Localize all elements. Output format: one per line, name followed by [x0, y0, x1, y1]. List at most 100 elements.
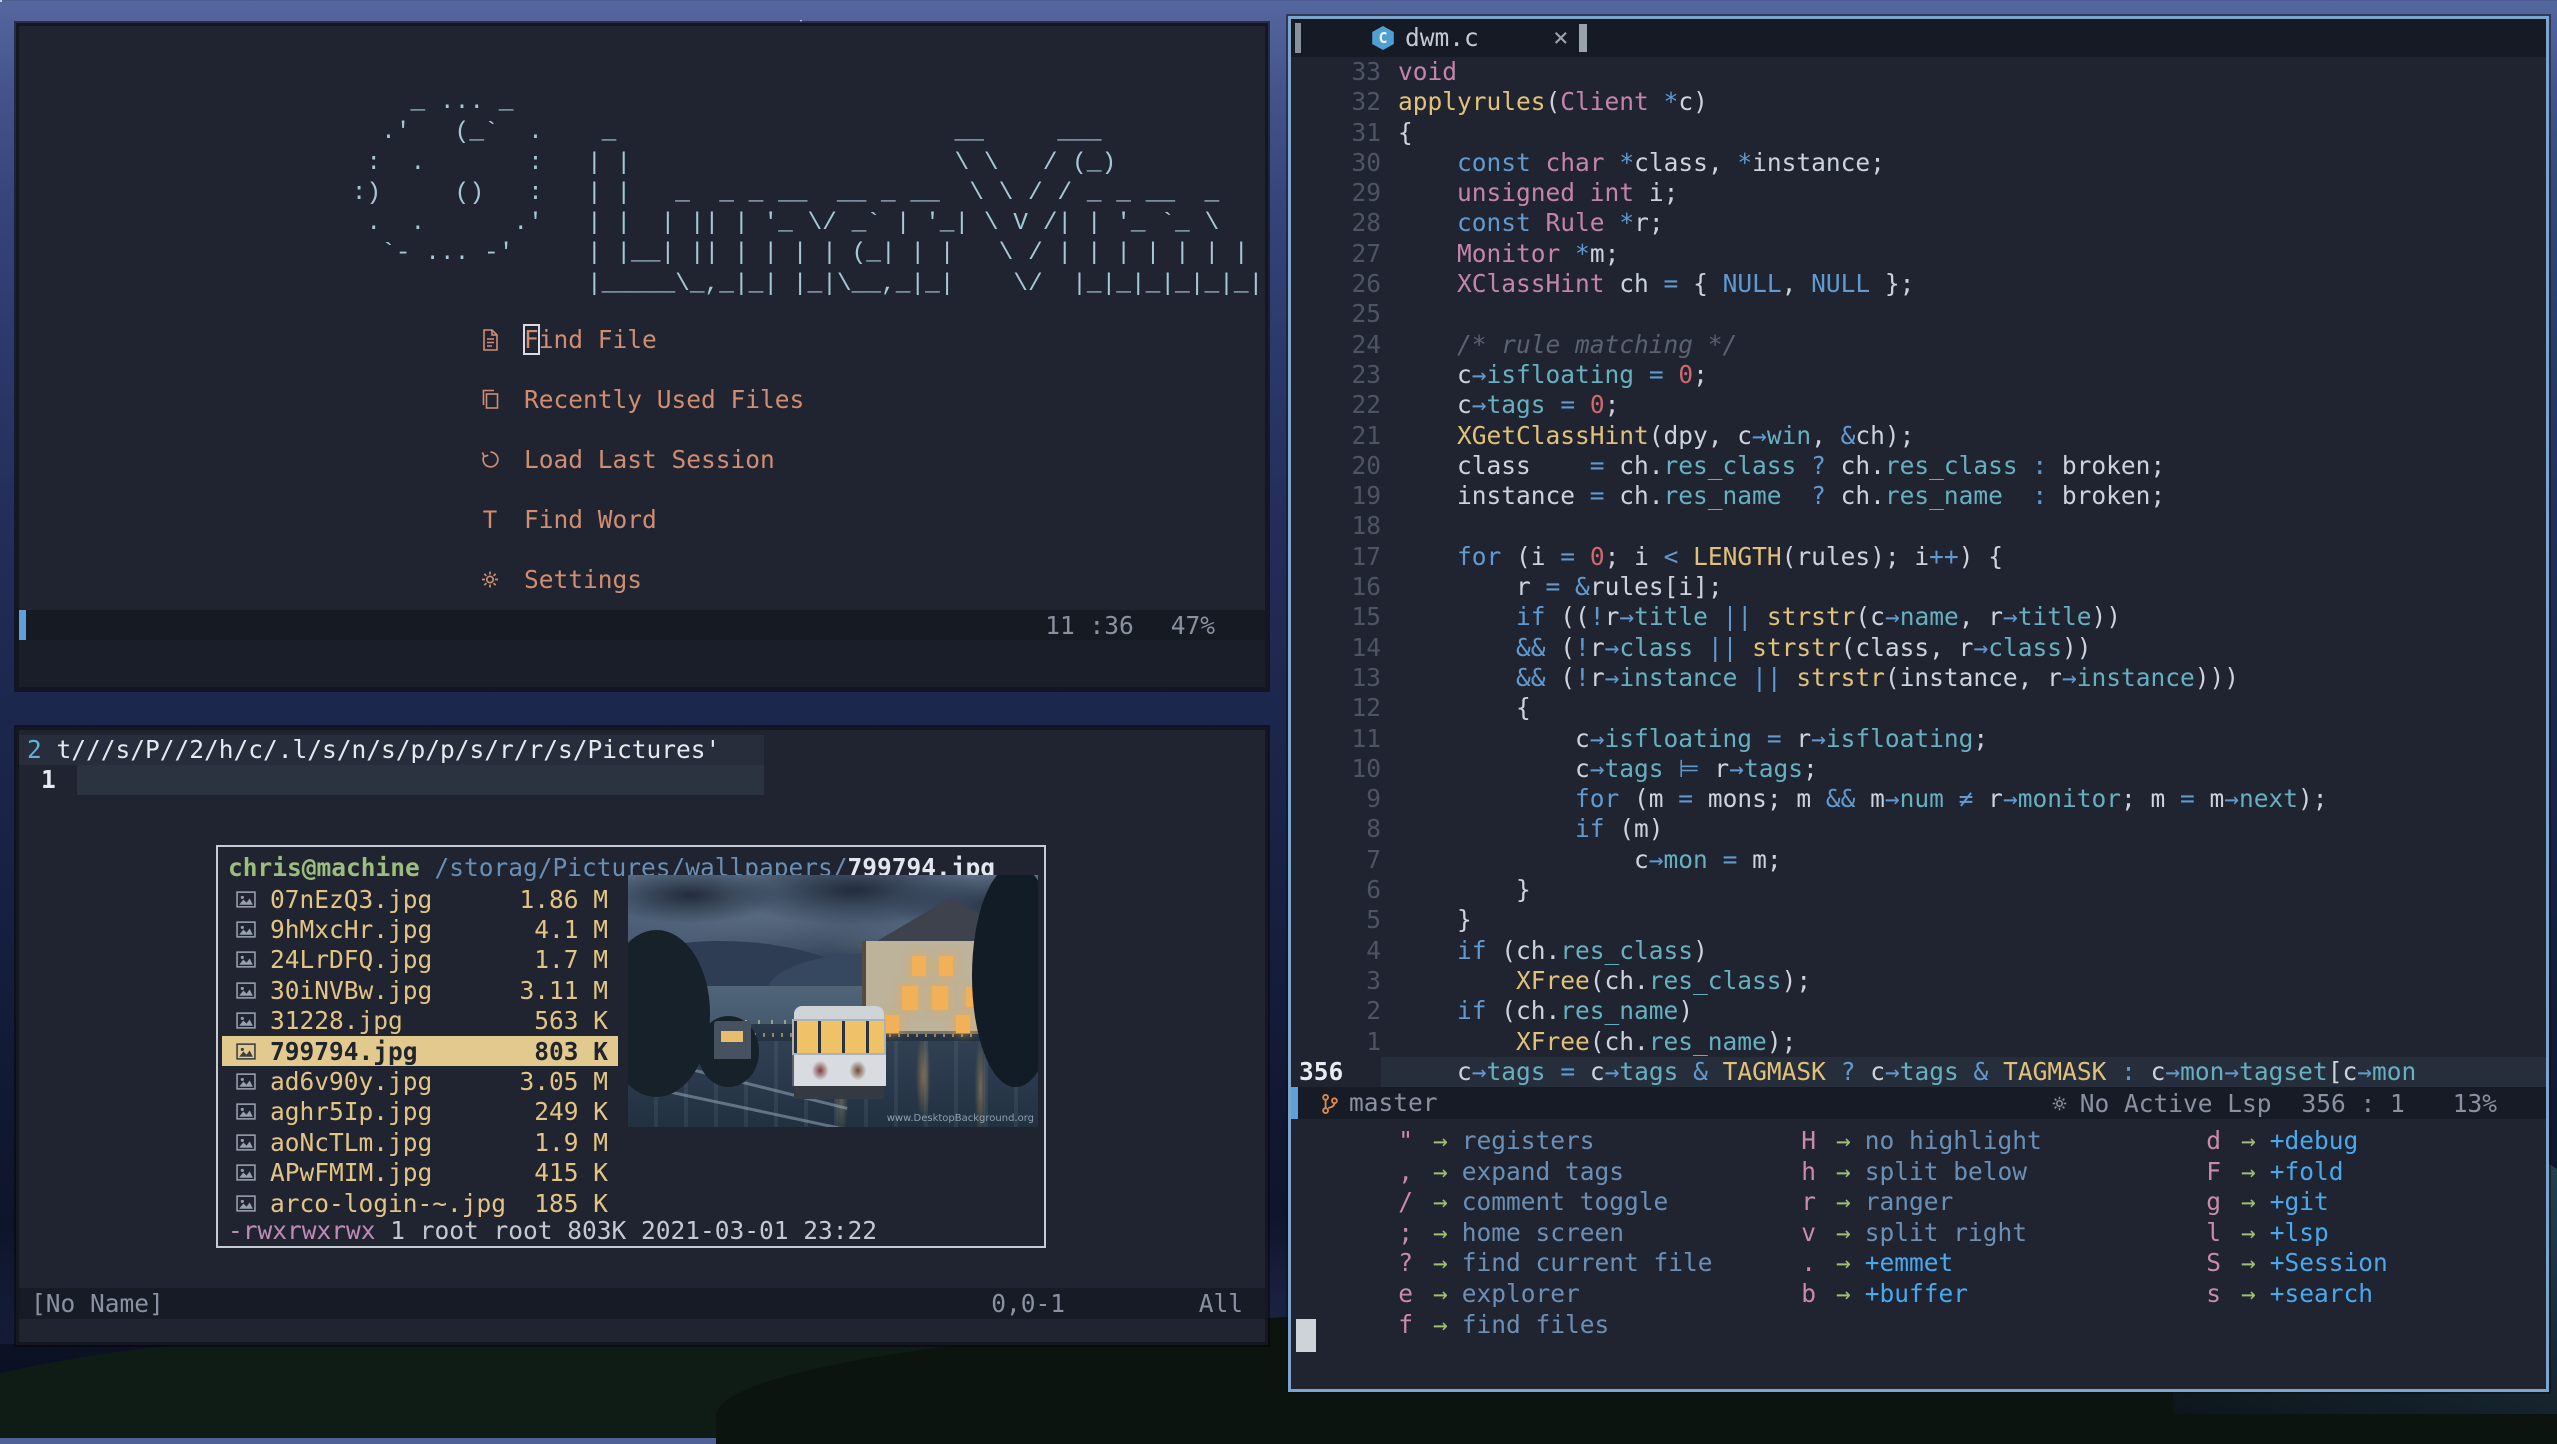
- whichkey-label: home screen: [1461, 1217, 1625, 1247]
- file-row-arco-login-jpg[interactable]: arco-login-~.jpg 185 K: [222, 1188, 618, 1218]
- menu-item-load-last-session[interactable]: Load Last Session: [475, 445, 804, 505]
- code-text: XGetClassHint(dpy, c→win, &ch);: [1457, 420, 1915, 450]
- whichkey-key: s: [2206, 1278, 2221, 1308]
- line-number: 7: [1366, 844, 1381, 874]
- arrow-right-icon: →: [1836, 1126, 1851, 1155]
- line-number: 8: [1366, 814, 1381, 844]
- code-line: 16 r = &rules[i];: [1291, 572, 2546, 602]
- whichkey-binding-emmet: . → +emmet: [1780, 1248, 2042, 1279]
- code-line: 8 if (m): [1291, 814, 2546, 844]
- line-number: 10: [1351, 753, 1381, 783]
- code-text: XClassHint ch = { NULL, NULL };: [1457, 269, 1915, 299]
- code-text: c→tags = c→tags & TAGMASK ? c→tags & TAG…: [1381, 1056, 2546, 1087]
- arrow-right-icon: →: [1836, 1278, 1851, 1308]
- whichkey-label: +Session: [2269, 1248, 2388, 1278]
- menu-item-find-word[interactable]: T Find Word: [475, 505, 804, 565]
- file-row-799794-jpg[interactable]: 799794.jpg 803 K: [222, 1035, 618, 1067]
- whichkey-binding-split-below: h → split below: [1780, 1157, 2042, 1188]
- file-size: 415 K: [534, 1158, 608, 1188]
- whichkey-key: b: [1801, 1278, 1816, 1308]
- tab-dwm-c[interactable]: C dwm.c ×: [1301, 19, 1579, 57]
- code-text: && (!r→class || strstr(class, r→class)): [1516, 632, 2092, 662]
- code-area[interactable]: 33 void 32 applyrules(Client *c) 31{30 const…: [1291, 57, 2546, 1087]
- whichkey-binding-fold: F → +fold: [2185, 1157, 2388, 1188]
- whichkey-label: find files: [1461, 1309, 1610, 1339]
- file-name: aghr5Ip.jpg: [270, 1097, 433, 1127]
- tab-title: dwm.c: [1405, 23, 1479, 52]
- code-text: Monitor *m;: [1457, 238, 1620, 268]
- cursor-position: 356 : 1: [2301, 1088, 2405, 1118]
- arrow-right-icon: →: [1836, 1156, 1851, 1186]
- arrow-right-icon: →: [1433, 1278, 1448, 1308]
- whichkey-binding-git: g → +git: [2185, 1187, 2388, 1218]
- scroll-percent: 13%: [2452, 1088, 2497, 1118]
- whichkey-binding-search: s → +search: [2185, 1279, 2388, 1310]
- code-text: && (!r→instance || strstr(instance, r→in…: [1516, 662, 2239, 692]
- file-row-aghr5ip-jpg[interactable]: aghr5Ip.jpg 249 K: [222, 1097, 618, 1127]
- whichkey-label: +git: [2269, 1187, 2329, 1217]
- user-host: chris@machine: [228, 853, 420, 882]
- cursor-position: 0,0-1: [991, 1289, 1065, 1318]
- line-number: 356: [1299, 1056, 1344, 1086]
- whichkey-binding-find-files: f → find files: [1377, 1310, 1713, 1341]
- whichkey-label: +lsp: [2269, 1217, 2329, 1247]
- code-line: 17 for (i = 0; i < LENGTH(rules); i++) {: [1291, 542, 2546, 572]
- line-number: 23: [1351, 359, 1381, 389]
- menu-item-recently-used-files[interactable]: Recently Used Files: [475, 385, 804, 445]
- file-row-apwfmim-jpg[interactable]: APwFMIM.jpg 415 K: [222, 1158, 618, 1188]
- file-name: 24LrDFQ.jpg: [270, 945, 433, 975]
- whichkey-label: ranger: [1864, 1187, 1954, 1217]
- file-name: aoNcTLm.jpg: [270, 1127, 433, 1157]
- line-number: 29: [1351, 178, 1381, 208]
- file-row-9hmxchr-jpg[interactable]: 9hMxcHr.jpg 4.1 M: [222, 914, 618, 944]
- file-row-24lrdfq-jpg[interactable]: 24LrDFQ.jpg 1.7 M: [222, 945, 618, 975]
- line-number: 12: [1351, 693, 1381, 723]
- code-text: if (m): [1575, 814, 1664, 844]
- file-row-ad6v90y-jpg[interactable]: ad6v90y.jpg 3.05 M: [222, 1066, 618, 1096]
- code-line: 21 XGetClassHint(dpy, c→win, &ch);: [1291, 421, 2546, 451]
- close-icon[interactable]: ×: [1553, 23, 1569, 53]
- line-number: 16: [1351, 572, 1381, 602]
- code-text: XFree(ch.res_class);: [1516, 965, 1812, 995]
- whichkey-label: explorer: [1461, 1278, 1580, 1308]
- statusline-scroll-percent: 47%: [1170, 610, 1215, 640]
- buffer-name: [No Name]: [31, 1289, 164, 1318]
- gear-icon: [475, 565, 505, 591]
- code-line: 9 for (m = mons; m && m→num ≠ r→monitor;…: [1291, 784, 2546, 814]
- whichkey-key: d: [2206, 1126, 2221, 1155]
- whichkey-key: ;: [1398, 1217, 1413, 1247]
- whichkey-label: expand tags: [1461, 1156, 1625, 1186]
- letter-t-icon: T: [482, 506, 498, 534]
- file-row-30invbw-jpg[interactable]: 30iNVBw.jpg 3.11 M: [222, 975, 618, 1005]
- arrow-right-icon: →: [1836, 1217, 1851, 1247]
- file-window-statusline: [No Name] 0,0-1 All: [19, 1288, 1265, 1319]
- code-text: if (ch.res_class): [1457, 935, 1708, 965]
- file-name: 9hMxcHr.jpg: [270, 915, 433, 945]
- code-text: const char *class, *instance;: [1457, 147, 1885, 177]
- line-number: 15: [1351, 602, 1381, 632]
- whichkey-key: S: [2206, 1248, 2221, 1278]
- line-number: 9: [1366, 784, 1381, 814]
- arrow-right-icon: →: [2241, 1278, 2256, 1308]
- whichkey-label: +buffer: [1864, 1278, 1969, 1308]
- file-permissions: -rwxrwxrwx: [228, 1216, 376, 1245]
- file-row-31228-jpg[interactable]: 31228.jpg 563 K: [222, 1006, 618, 1036]
- code-line: 6 }: [1291, 875, 2546, 905]
- code-text: if ((!r→title || strstr(c→name, r→title)…: [1516, 602, 2122, 632]
- line-number: 26: [1351, 269, 1381, 299]
- file-row-07nezq3-jpg[interactable]: 07nEzQ3.jpg 1.86 M: [222, 884, 618, 914]
- file-manager-popup: chris@machine /storag/Pictures/wallpaper…: [216, 845, 1046, 1248]
- statusline-accent-block: [1291, 1087, 1298, 1119]
- file-row-aonctlm-jpg[interactable]: aoNcTLm.jpg 1.9 M: [222, 1127, 618, 1157]
- code-text: void: [1398, 57, 1458, 86]
- code-line: 15 if ((!r→title || strstr(c→name, r→tit…: [1291, 602, 2546, 632]
- menu-item-find-file[interactable]: Find File: [475, 324, 804, 385]
- whichkey-binding-home-screen: ; → home screen: [1377, 1218, 1713, 1249]
- code-text: const Rule *r;: [1457, 208, 1664, 238]
- code-line: 10 c→tags ⊨ r→tags;: [1291, 754, 2546, 784]
- block-cursor: F: [523, 324, 540, 355]
- code-text: }: [1398, 905, 1472, 935]
- menu-item-label: Find Word: [524, 505, 657, 534]
